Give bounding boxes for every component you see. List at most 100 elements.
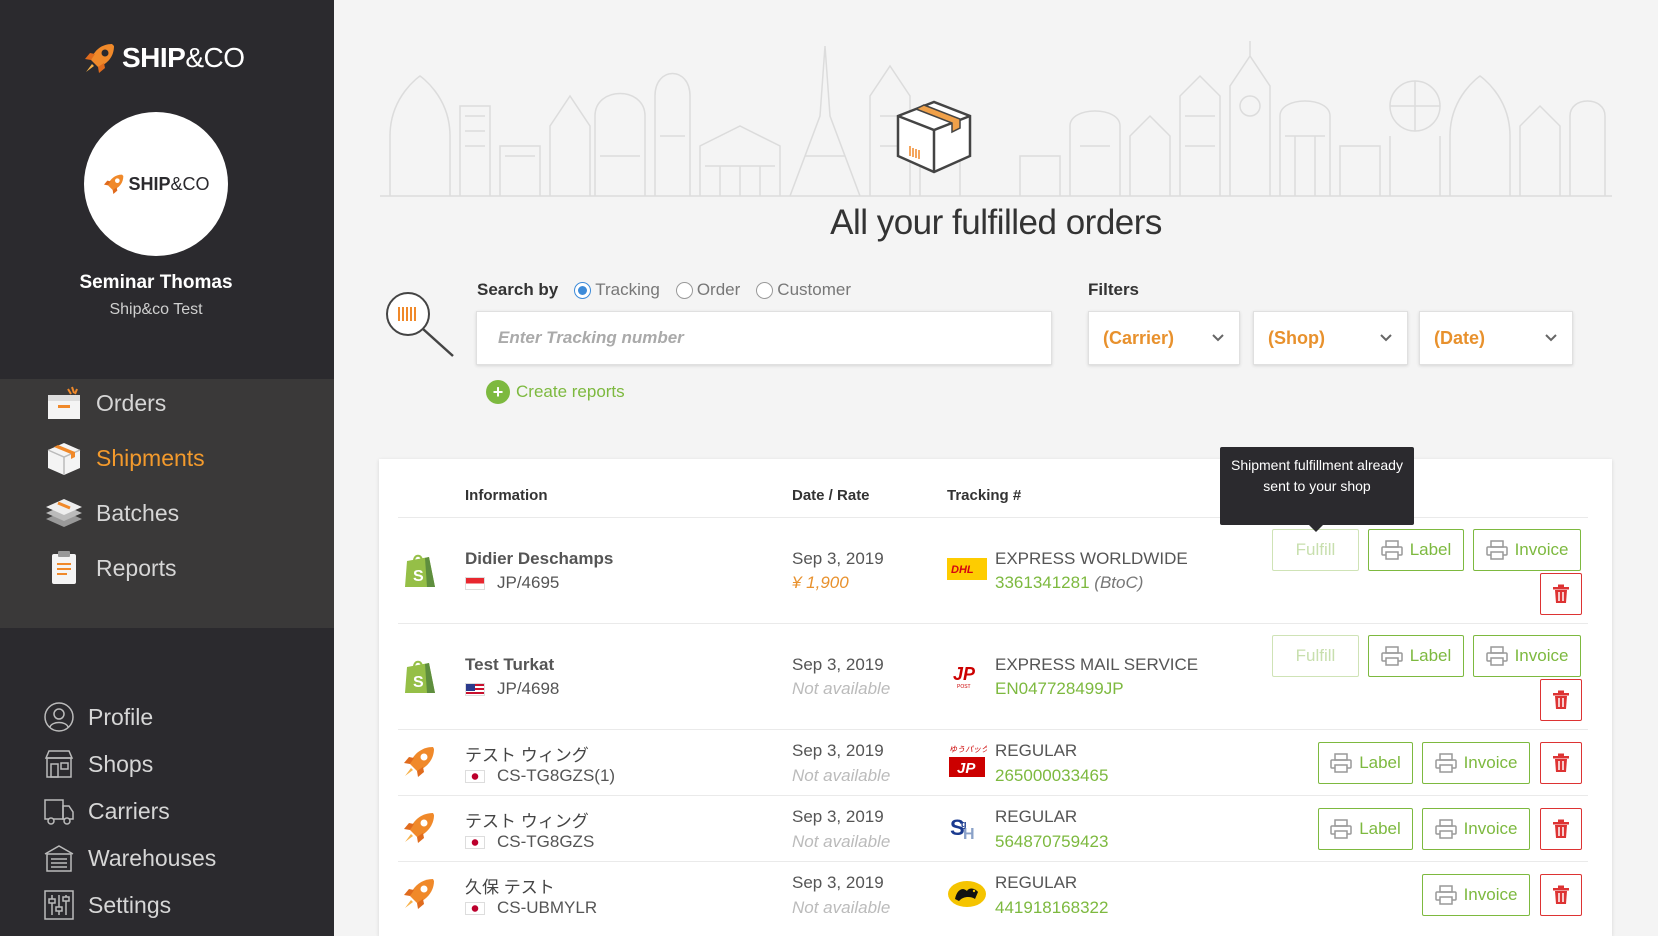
invoice-button[interactable]: Invoice	[1422, 742, 1530, 784]
tracking-id[interactable]: 441918168322	[995, 898, 1108, 917]
order-id[interactable]: CS-TG8GZS	[497, 832, 594, 852]
tracking-number[interactable]: 265000033465	[995, 766, 1108, 786]
tracking-id[interactable]: 564870759423	[995, 832, 1108, 851]
shipandco-rocket-icon	[404, 747, 434, 777]
customer-name[interactable]: Test Turkat	[465, 655, 554, 675]
shipment-rate: Not available	[792, 679, 891, 698]
customer-name[interactable]: テスト ウィング	[465, 741, 589, 766]
label-button[interactable]: Label	[1318, 742, 1413, 784]
shipandco-rocket-icon	[404, 813, 434, 843]
invoice-button[interactable]: Invoice	[1422, 808, 1530, 850]
customer-name[interactable]: テスト ウィング	[465, 807, 589, 832]
trash-icon	[1553, 690, 1569, 709]
order-id[interactable]: JP/4695	[497, 573, 559, 593]
nav-item-shops[interactable]: Shops	[42, 742, 153, 786]
shopify-icon: S	[405, 554, 435, 587]
radio-tracking[interactable]: Tracking	[574, 280, 660, 300]
brand-logo[interactable]: SHIP&CO	[82, 40, 245, 76]
button-label: Label	[1409, 646, 1452, 665]
button-label: Invoice	[1514, 540, 1569, 559]
invoice-button[interactable]: Invoice	[1473, 635, 1581, 677]
order-id[interactable]: CS-UBMYLR	[497, 898, 597, 918]
fulfill-button[interactable]: Fulfill	[1272, 635, 1359, 677]
chevron-down-icon	[1380, 334, 1392, 342]
nav-item-orders[interactable]: Orders	[42, 381, 166, 425]
order-number: CS-UBMYLR	[465, 898, 597, 918]
nav-label: Warehouses	[88, 844, 217, 871]
shop-filter-select[interactable]: (Shop)	[1253, 311, 1408, 365]
nav-label: Settings	[88, 891, 172, 918]
chevron-down-icon	[1545, 334, 1557, 342]
button-label: Label	[1359, 753, 1401, 772]
svg-text:JP: JP	[957, 760, 976, 777]
create-reports-link[interactable]: + Create reports	[486, 380, 625, 404]
delete-button[interactable]	[1540, 679, 1582, 721]
tracking-id[interactable]: 265000033465	[995, 766, 1108, 785]
orders-box-icon	[42, 381, 86, 425]
shipment-date: Sep 3, 2019	[792, 873, 884, 892]
flag-jp-icon	[465, 835, 485, 849]
delete-button[interactable]	[1540, 742, 1582, 784]
yu-pack-logo-icon: ゆうパック JP	[947, 745, 987, 777]
invoice-button[interactable]: Invoice	[1422, 874, 1530, 916]
nav-item-carriers[interactable]: Carriers	[42, 789, 170, 833]
invoice-button[interactable]: Invoice	[1473, 529, 1581, 571]
label-button[interactable]: Label	[1368, 635, 1464, 677]
avatar[interactable]: SHIP&CO	[84, 112, 228, 256]
printer-icon	[1330, 753, 1352, 773]
tracking-number[interactable]: 564870759423	[995, 832, 1108, 852]
svg-text:POST: POST	[957, 684, 971, 690]
delete-button[interactable]	[1540, 573, 1582, 615]
column-header-date-rate: Date / Rate	[792, 487, 870, 504]
label-button[interactable]: Label	[1368, 529, 1464, 571]
column-header-information: Information	[465, 487, 548, 504]
chevron-down-icon	[1212, 334, 1224, 342]
radio-dot	[574, 281, 592, 299]
column-header-tracking: Tracking #	[947, 487, 1022, 504]
radio-customer[interactable]: Customer	[756, 280, 851, 300]
search-input[interactable]	[476, 311, 1052, 365]
truck-icon	[42, 794, 76, 828]
nav-label: Carriers	[88, 797, 170, 824]
svg-text:S: S	[413, 568, 424, 585]
label-button[interactable]: Label	[1318, 808, 1413, 850]
nav-item-reports[interactable]: Reports	[42, 546, 177, 590]
fulfill-tooltip: Shipment fulfillment already sent to you…	[1220, 447, 1414, 532]
delete-button[interactable]	[1540, 874, 1582, 916]
svg-text:DHL: DHL	[951, 564, 974, 576]
printer-icon	[1434, 819, 1457, 839]
radio-label: Tracking	[595, 280, 660, 299]
nav-item-profile[interactable]: Profile	[42, 695, 153, 739]
tracking-id[interactable]: 3361341281	[995, 573, 1090, 592]
city-skyline-illustration	[380, 41, 1612, 197]
tracking-id[interactable]: EN047728499JP	[995, 679, 1124, 698]
radio-order[interactable]: Order	[675, 280, 740, 300]
avatar-brand-text: SHIP&CO	[128, 173, 210, 194]
carrier-filter-select[interactable]: (Carrier)	[1088, 311, 1240, 365]
order-number: JP/4695	[465, 573, 559, 593]
user-org: Ship&co Test	[109, 301, 203, 318]
order-number: CS-TG8GZS	[465, 832, 594, 852]
order-id[interactable]: CS-TG8GZS(1)	[497, 766, 615, 786]
nav-item-shipments[interactable]: Shipments	[42, 436, 205, 480]
shipment-rate: Not available	[792, 898, 891, 917]
shipment-rate: Not available	[792, 766, 891, 785]
nav-item-warehouses[interactable]: Warehouses	[42, 836, 216, 880]
fulfill-button[interactable]: Fulfill	[1272, 529, 1359, 571]
tracking-number[interactable]: EN047728499JP	[995, 679, 1124, 699]
date-filter-select[interactable]: (Date)	[1419, 311, 1573, 365]
tracking-number[interactable]: 441918168322	[995, 898, 1108, 918]
customer-name[interactable]: Didier Deschamps	[465, 549, 613, 569]
delete-button[interactable]	[1540, 808, 1582, 850]
nav-label: Batches	[96, 499, 180, 526]
nav-label: Shipments	[96, 444, 205, 471]
nav-item-batches[interactable]: Batches	[42, 491, 179, 535]
tracking-number[interactable]: 3361341281 (BtoC)	[995, 573, 1143, 593]
order-id[interactable]: JP/4698	[497, 679, 559, 699]
printer-icon	[1330, 819, 1352, 839]
customer-name[interactable]: 久保 テスト	[465, 873, 555, 898]
shop-icon	[42, 747, 76, 781]
nav-item-settings[interactable]: Settings	[42, 883, 171, 927]
filter-value: (Shop)	[1268, 327, 1325, 348]
svg-text:ゆうパック: ゆうパック	[949, 745, 987, 754]
